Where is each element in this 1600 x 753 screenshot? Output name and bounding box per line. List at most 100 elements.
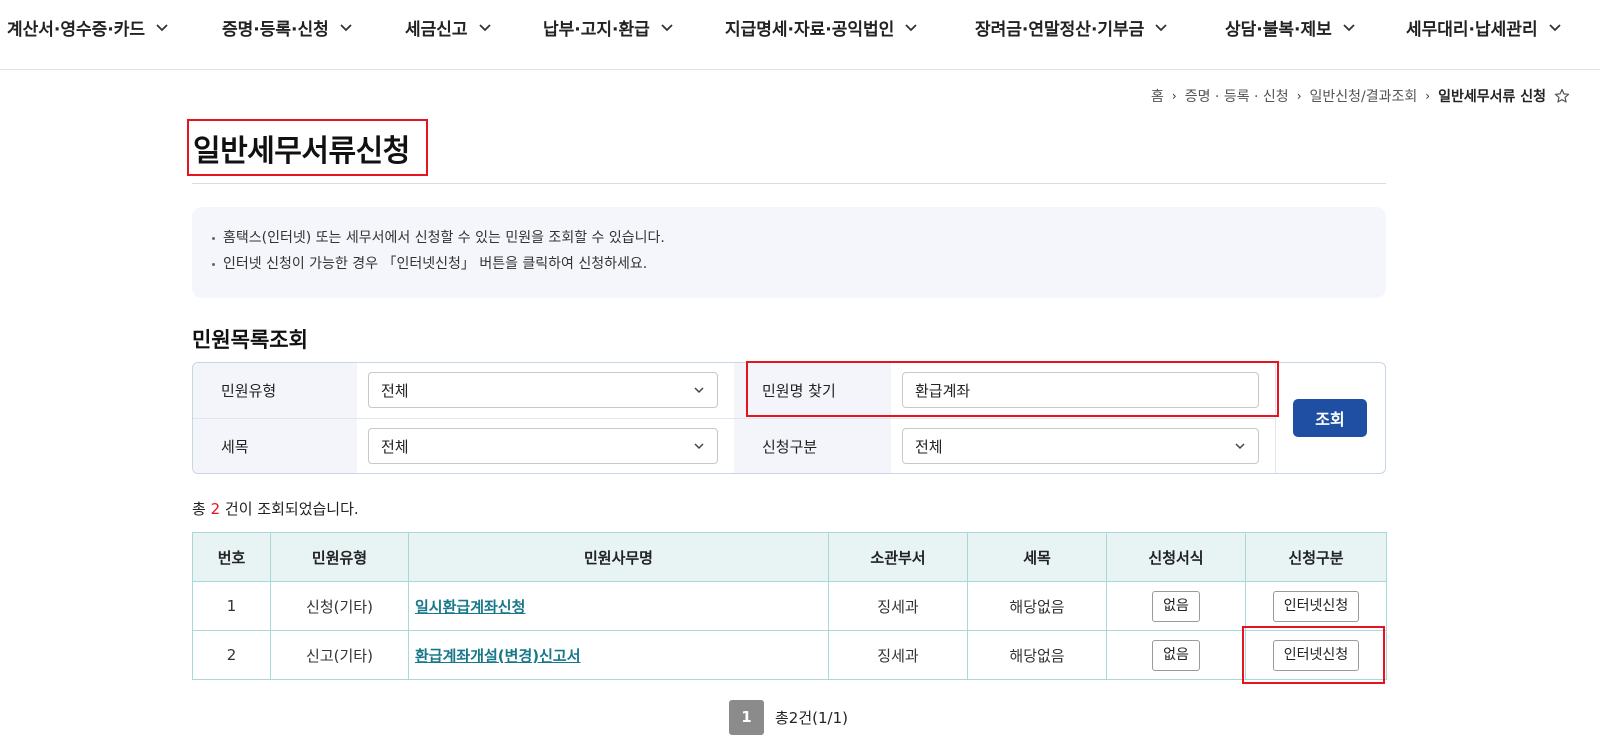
nav-item-label: 지급명세·자료·공익법인 [725,19,895,40]
page-title-highlight: 일반세무서류신청 [187,119,428,176]
result-suffix: 건이 조회되었습니다. [224,500,359,518]
table-row: 1 신청(기타) 일시환급계좌신청 징세과 해당없음 없음 인터넷신청 [192,581,1387,631]
page-title: 일반세무서류신청 [193,133,410,169]
cell-name: 일시환급계좌신청 [408,581,829,631]
cell-type: 신청(기타) [270,581,409,631]
civil-service-link[interactable]: 일시환급계좌신청 [415,598,525,616]
breadcrumb-current: 일반세무서류 신청 [1438,89,1546,105]
type-select[interactable]: 전체 [368,372,718,408]
header-number: 번호 [192,532,271,582]
title-divider [192,183,1386,184]
result-count: 총 2 건이 조회되었습니다. [192,498,359,519]
header-department: 소관부서 [828,532,968,582]
tax-label: 세목 [193,419,357,473]
nav-item-label: 납부·고지·환급 [543,19,650,40]
cell-apply: 인터넷신청 [1245,630,1387,680]
chevron-down-icon [1548,20,1562,34]
nav-item-label: 장려금·연말정산·기부금 [975,19,1145,40]
table-header-row: 번호 민원유형 민원사무명 소관부서 세목 신청서식 신청구분 [192,532,1387,582]
cell-tax: 해당없음 [967,630,1107,680]
cell-number: 2 [192,630,271,680]
apply-type-label: 신청구분 [734,419,891,473]
header-name: 민원사무명 [408,532,829,582]
chevron-down-icon [339,20,353,34]
nav-item-invoice[interactable]: 계산서·영수증·카드 [7,14,169,40]
header-tax: 세목 [967,532,1107,582]
result-prefix: 총 [192,500,206,518]
nav-item-payment[interactable]: 납부·고지·환급 [543,14,674,40]
internet-apply-button[interactable]: 인터넷신청 [1272,639,1360,671]
pagination: 1 총2건(1/1) [729,699,848,735]
chevron-down-icon [155,20,169,34]
cell-apply: 인터넷신청 [1245,581,1387,631]
chevron-down-icon [904,20,918,34]
results-table: 번호 민원유형 민원사무명 소관부서 세목 신청서식 신청구분 1 신청(기타)… [192,532,1387,680]
breadcrumb: 홈 › 증명 · 등록 · 신청 › 일반신청/결과조회 › 일반세무서류 신청 [1151,86,1570,106]
form-button[interactable]: 없음 [1152,590,1200,622]
column-divider [1275,363,1276,473]
tax-select[interactable]: 전체 [368,428,718,464]
result-number: 2 [210,500,221,518]
cell-number: 1 [192,581,271,631]
info-text: 인터넷 신청이 가능한 경우 「인터넷신청」 버튼을 클릭하여 신청하세요. [223,256,648,272]
type-select-value: 전체 [381,381,409,400]
page-summary: 총2건(1/1) [775,708,848,727]
apply-type-select-value: 전체 [915,437,943,456]
chevron-down-icon [478,20,492,34]
top-navigation: 계산서·영수증·카드 증명·등록·신청 세금신고 납부·고지·환급 지급명세·자… [0,0,1600,70]
cell-name: 환급계좌개설(변경)신고서 [408,630,829,680]
chevron-down-icon [693,384,705,396]
nav-item-label: 상담·불복·제보 [1225,19,1332,40]
info-line: 인터넷 신청이 가능한 경우 「인터넷신청」 버튼을 클릭하여 신청하세요. [212,251,1366,277]
search-panel: 민원유형 전체 민원명 찾기 환급계좌 세목 전체 신청구분 전체 조회 [192,362,1386,474]
nav-item-certificates[interactable]: 증명·등록·신청 [222,14,353,40]
cell-department: 징세과 [828,630,968,680]
chevron-right-icon: › [1425,89,1431,103]
cell-form: 없음 [1106,581,1246,631]
nav-item-tax-agent[interactable]: 세무대리·납세관리 [1406,14,1562,40]
breadcrumb-general-request[interactable]: 일반신청/결과조회 [1310,86,1418,106]
tax-select-value: 전체 [381,437,409,456]
nav-item-label: 세금신고 [405,19,468,40]
chevron-down-icon [1342,20,1356,34]
form-button[interactable]: 없음 [1152,639,1200,671]
chevron-down-icon [1154,20,1168,34]
name-search-label: 민원명 찾기 [734,363,891,418]
chevron-down-icon [660,20,674,34]
type-label: 민원유형 [193,363,357,418]
search-button[interactable]: 조회 [1293,399,1367,437]
nav-item-statements[interactable]: 지급명세·자료·공익법인 [725,14,918,40]
cell-form: 없음 [1106,630,1246,680]
header-form: 신청서식 [1106,532,1246,582]
page-number-button[interactable]: 1 [729,699,764,735]
nav-item-label: 증명·등록·신청 [222,19,329,40]
section-title: 민원목록조회 [192,328,308,352]
nav-item-label: 계산서·영수증·카드 [7,19,146,40]
nav-item-consulting[interactable]: 상담·불복·제보 [1225,14,1356,40]
name-search-input[interactable]: 환급계좌 [902,372,1259,408]
chevron-down-icon [693,440,705,452]
breadcrumb-home[interactable]: 홈 [1151,86,1164,106]
chevron-right-icon: › [1171,89,1177,103]
breadcrumb-certificates[interactable]: 증명 · 등록 · 신청 [1185,86,1289,106]
info-line: 홈택스(인터넷) 또는 세무서에서 신청할 수 있는 민원을 조회할 수 있습니… [212,225,1366,251]
nav-item-tax-filing[interactable]: 세금신고 [405,14,492,40]
star-icon[interactable] [1554,88,1570,104]
cell-department: 징세과 [828,581,968,631]
header-apply: 신청구분 [1245,532,1387,582]
bullet-icon [212,262,215,266]
chevron-down-icon [1234,440,1246,452]
civil-service-link[interactable]: 환급계좌개설(변경)신고서 [415,647,581,665]
nav-item-label: 세무대리·납세관리 [1406,19,1538,40]
cell-type: 신고(기타) [270,630,409,680]
chevron-right-icon: › [1296,89,1302,103]
info-notice: 홈택스(인터넷) 또는 세무서에서 신청할 수 있는 민원을 조회할 수 있습니… [192,207,1386,298]
table-row: 2 신고(기타) 환급계좌개설(변경)신고서 징세과 해당없음 없음 인터넷신청 [192,630,1387,680]
cell-tax: 해당없음 [967,581,1107,631]
apply-type-select[interactable]: 전체 [902,428,1259,464]
bullet-icon [212,236,215,240]
nav-item-incentives[interactable]: 장려금·연말정산·기부금 [975,14,1168,40]
header-type: 민원유형 [270,532,409,582]
internet-apply-button[interactable]: 인터넷신청 [1272,590,1360,622]
info-text: 홈택스(인터넷) 또는 세무서에서 신청할 수 있는 민원을 조회할 수 있습니… [223,230,665,246]
